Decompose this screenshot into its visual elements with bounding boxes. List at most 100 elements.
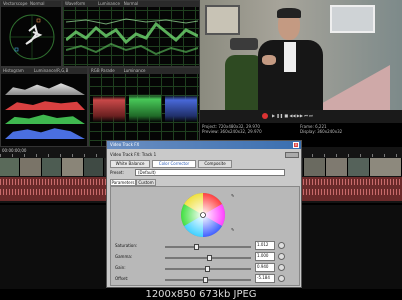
- reset-icon[interactable]: [278, 264, 285, 271]
- slider-handle[interactable]: [194, 244, 199, 250]
- fx-title: Video Track FX: [110, 142, 140, 147]
- video-clip[interactable]: [370, 158, 402, 176]
- fx-chain-color-corrector[interactable]: Color Corrector: [152, 160, 196, 168]
- video-clip[interactable]: [348, 158, 370, 176]
- slider-handle[interactable]: [205, 266, 210, 272]
- preview-transport: ▶ ❚❚ ■ ◀◀ ▶▶ ⏮ ⏭: [200, 110, 402, 123]
- waveform-header: Waveform Luminance Normal: [63, 1, 199, 7]
- tab-label: Parameters: [111, 180, 135, 185]
- caption-text: 1200x850 673kb JPEG: [145, 289, 257, 300]
- person-hair: [277, 8, 301, 18]
- video-clip[interactable]: [0, 158, 20, 176]
- gamma-slider[interactable]: [165, 255, 251, 261]
- parade-green: [129, 88, 161, 128]
- fx-chain: White Balance Color Corrector Composite: [110, 160, 300, 168]
- fx-chain-label: White Balance: [115, 161, 145, 166]
- param-gain: Gain: 0.940: [115, 263, 295, 273]
- rgb-parade-label: RGB Parade: [91, 68, 115, 73]
- display-label: Display:: [300, 129, 316, 134]
- preset-dropdown[interactable]: (Default): [135, 169, 285, 176]
- fx-track-value: Track 1: [141, 152, 157, 157]
- rgb-parade-mode[interactable]: Luminance: [124, 68, 146, 73]
- vectorscope-graph: [9, 14, 55, 60]
- transport-icons[interactable]: ▶ ❚❚ ■ ◀◀ ▶▶ ⏮ ⏭: [272, 113, 313, 118]
- waveform-mode-luminance[interactable]: Luminance: [98, 1, 120, 6]
- param-value[interactable]: 1.000: [255, 252, 275, 261]
- param-value[interactable]: 1.012: [255, 241, 275, 250]
- video-clip[interactable]: [20, 158, 42, 176]
- waveform-mode-normal[interactable]: Normal: [124, 1, 138, 6]
- close-icon[interactable]: ×: [293, 142, 299, 148]
- tab-label: Custom: [138, 180, 154, 185]
- histogram-header: Histogram Luminance/R,G,B: [1, 68, 87, 74]
- param-value[interactable]: 0.940: [255, 263, 275, 272]
- preset-label: Preset:: [110, 170, 124, 175]
- timeline-empty-area-left: [0, 205, 106, 289]
- building-window: [205, 5, 240, 35]
- tab-parameters[interactable]: Parameters: [110, 179, 136, 186]
- vectorscope-label: Vectorscope: [3, 1, 28, 6]
- preview-label: Preview:: [202, 129, 219, 134]
- gain-slider[interactable]: [165, 266, 251, 272]
- fx-chain-label: Composite: [204, 161, 226, 166]
- video-clip[interactable]: [304, 158, 326, 176]
- param-label: Gain:: [115, 265, 126, 270]
- fx-menu-button[interactable]: [285, 152, 299, 158]
- slider-handle[interactable]: [203, 277, 208, 283]
- eyedropper-icon[interactable]: ✎: [231, 193, 234, 198]
- histogram-mode[interactable]: Luminance/R,G,B: [34, 68, 68, 73]
- fx-parameters-panel: ✎ ✎ Saturation: 1.012 Gamma: 1.000 Gain:…: [110, 186, 300, 286]
- display-value: 360x240x32: [317, 129, 343, 134]
- video-preview: ▶ ❚❚ ■ ◀◀ ▶▶ ⏮ ⏭: [200, 0, 402, 123]
- tab-custom[interactable]: Custom: [136, 179, 156, 186]
- param-label: Offset:: [115, 276, 129, 281]
- saturation-slider[interactable]: [165, 244, 251, 250]
- reset-icon[interactable]: [278, 242, 285, 249]
- video-clip[interactable]: [84, 158, 104, 176]
- param-saturation: Saturation: 1.012: [115, 241, 295, 251]
- image-caption: 1200x850 673kb JPEG: [0, 289, 402, 300]
- person-hand: [262, 55, 276, 65]
- histogram-green: [5, 114, 85, 124]
- eyedropper-icon[interactable]: ✎: [231, 227, 234, 232]
- fx-titlebar[interactable]: Video Track FX ×: [107, 141, 301, 149]
- video-clip[interactable]: [42, 158, 62, 176]
- histogram-panel: Histogram Luminance/R,G,B: [0, 67, 88, 147]
- fx-window: Video Track FX × Video Track FX: Track 1…: [106, 140, 302, 288]
- reset-icon[interactable]: [278, 275, 285, 282]
- offset-slider[interactable]: [165, 277, 251, 283]
- timeline-empty-area: [302, 205, 402, 289]
- param-value[interactable]: -5.184: [255, 274, 275, 283]
- video-clip[interactable]: [62, 158, 84, 176]
- param-gamma: Gamma: 1.000: [115, 252, 295, 262]
- preview-info-right: Frame: 6,221 Display: 360x240x32: [300, 124, 342, 134]
- param-offset: Offset: -5.184: [115, 274, 295, 284]
- fx-track-label: Video Track FX:: [110, 152, 141, 157]
- record-button[interactable]: [262, 113, 268, 119]
- rgb-parade-panel: RGB Parade Luminance: [88, 67, 200, 147]
- timeline-timecode: 00:00:00;00: [2, 148, 27, 153]
- histogram-luma: [5, 83, 85, 95]
- preview-info-left: Project: 720x480x32, 29.970 Preview: 360…: [202, 124, 262, 134]
- video-clip[interactable]: [326, 158, 348, 176]
- param-label: Gamma:: [115, 254, 133, 259]
- building-window-right: [330, 5, 375, 33]
- reset-icon[interactable]: [278, 253, 285, 260]
- rgb-parade-header: RGB Parade Luminance: [89, 68, 199, 74]
- fx-chain-white-balance[interactable]: White Balance: [110, 160, 150, 168]
- slider-handle[interactable]: [207, 255, 212, 261]
- fx-tabs: Parameters Custom: [110, 179, 156, 186]
- waveform-trace: [66, 18, 198, 56]
- vectorscope-header: Vectorscope Normal: [1, 1, 61, 7]
- person-shirt: [284, 42, 296, 72]
- parked-car: [230, 38, 258, 50]
- color-wheel[interactable]: [173, 189, 233, 241]
- param-label: Saturation:: [115, 243, 138, 248]
- preset-value: (Default): [138, 170, 156, 175]
- fx-chain-label: Color Corrector: [158, 161, 190, 166]
- waveform-panel: Waveform Luminance Normal: [62, 0, 200, 67]
- vectorscope-mode[interactable]: Normal: [30, 1, 44, 6]
- fx-chain-composite[interactable]: Composite: [198, 160, 232, 168]
- waveform-label: Waveform: [65, 1, 86, 6]
- parade-blue: [165, 88, 197, 128]
